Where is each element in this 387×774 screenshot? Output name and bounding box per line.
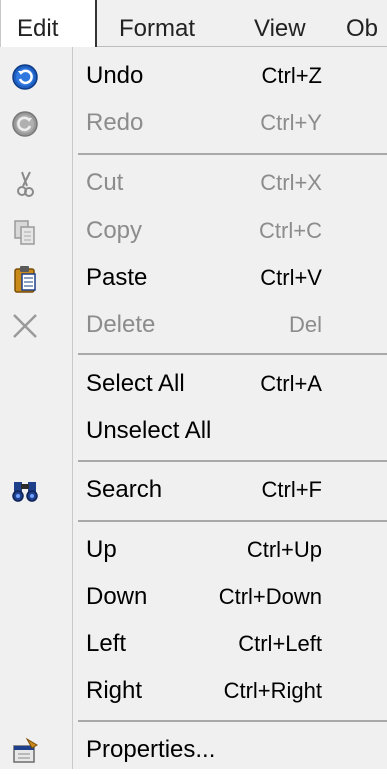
cut-shortcut: Ctrl+X	[260, 170, 322, 195]
menu-item-up[interactable]: Up Ctrl+Up	[0, 528, 387, 574]
menu-item-paste[interactable]: Paste Ctrl+V	[0, 256, 387, 302]
cut-label: Cut	[86, 169, 124, 196]
separator	[78, 353, 387, 355]
menu-item-redo[interactable]: Redo Ctrl+Y	[0, 101, 387, 147]
left-shortcut: Ctrl+Left	[238, 631, 322, 656]
delete-x-icon	[10, 311, 40, 341]
undo-shortcut: Ctrl+Z	[261, 63, 323, 88]
menu-edit[interactable]: Edit	[0, 0, 97, 47]
up-label: Up	[86, 536, 117, 563]
select-all-label: Select All	[86, 370, 185, 397]
copy-shortcut: Ctrl+C	[259, 218, 322, 243]
menu-item-undo[interactable]: Undo Ctrl+Z	[0, 54, 387, 100]
down-label: Down	[86, 583, 148, 610]
menu-item-copy[interactable]: Copy Ctrl+C	[0, 209, 387, 255]
separator	[78, 520, 387, 522]
properties-icon	[10, 736, 40, 766]
properties-label: Properties...	[86, 736, 216, 763]
delete-label: Delete	[86, 311, 156, 338]
left-label: Left	[86, 630, 127, 657]
binoculars-icon	[10, 476, 40, 506]
undo-icon	[10, 62, 40, 92]
clipboard-icon	[10, 264, 40, 294]
delete-shortcut: Del	[288, 312, 322, 337]
menu-item-left[interactable]: Left Ctrl+Left	[0, 622, 387, 668]
right-shortcut: Ctrl+Right	[223, 678, 322, 703]
select-all-shortcut: Ctrl+A	[260, 371, 322, 396]
redo-shortcut: Ctrl+Y	[260, 110, 322, 135]
menu-object[interactable]: Ob	[346, 0, 378, 46]
menu-format[interactable]: Format	[119, 0, 195, 46]
copy-label: Copy	[86, 217, 143, 244]
menu-item-down[interactable]: Down Ctrl+Down	[0, 575, 387, 621]
scissors-icon	[10, 169, 40, 199]
search-label: Search	[86, 476, 163, 503]
down-shortcut: Ctrl+Down	[218, 584, 322, 609]
redo-icon	[10, 109, 40, 139]
menu-item-select-all[interactable]: Select All Ctrl+A	[0, 362, 387, 408]
menu-item-search[interactable]: Search Ctrl+F	[0, 468, 387, 514]
search-shortcut: Ctrl+F	[261, 477, 323, 502]
paste-shortcut: Ctrl+V	[260, 265, 322, 290]
menu-bar: Edit Format View Ob	[0, 0, 387, 47]
menu-view[interactable]: View	[254, 0, 306, 46]
menu-item-properties[interactable]: Properties...	[0, 728, 387, 774]
right-label: Right	[86, 677, 143, 704]
separator	[78, 460, 387, 462]
unselect-all-label: Unselect All	[86, 417, 212, 444]
copy-icon	[10, 217, 40, 247]
menu-item-unselect-all[interactable]: Unselect All	[0, 409, 387, 455]
redo-label: Redo	[86, 109, 144, 136]
menu-item-right[interactable]: Right Ctrl+Right	[0, 669, 387, 715]
separator	[78, 720, 387, 722]
undo-label: Undo	[86, 62, 144, 89]
up-shortcut: Ctrl+Up	[246, 537, 322, 562]
separator	[78, 153, 387, 155]
menu-item-cut[interactable]: Cut Ctrl+X	[0, 161, 387, 207]
paste-label: Paste	[86, 264, 148, 291]
menu-item-delete[interactable]: Delete Del	[0, 303, 387, 349]
